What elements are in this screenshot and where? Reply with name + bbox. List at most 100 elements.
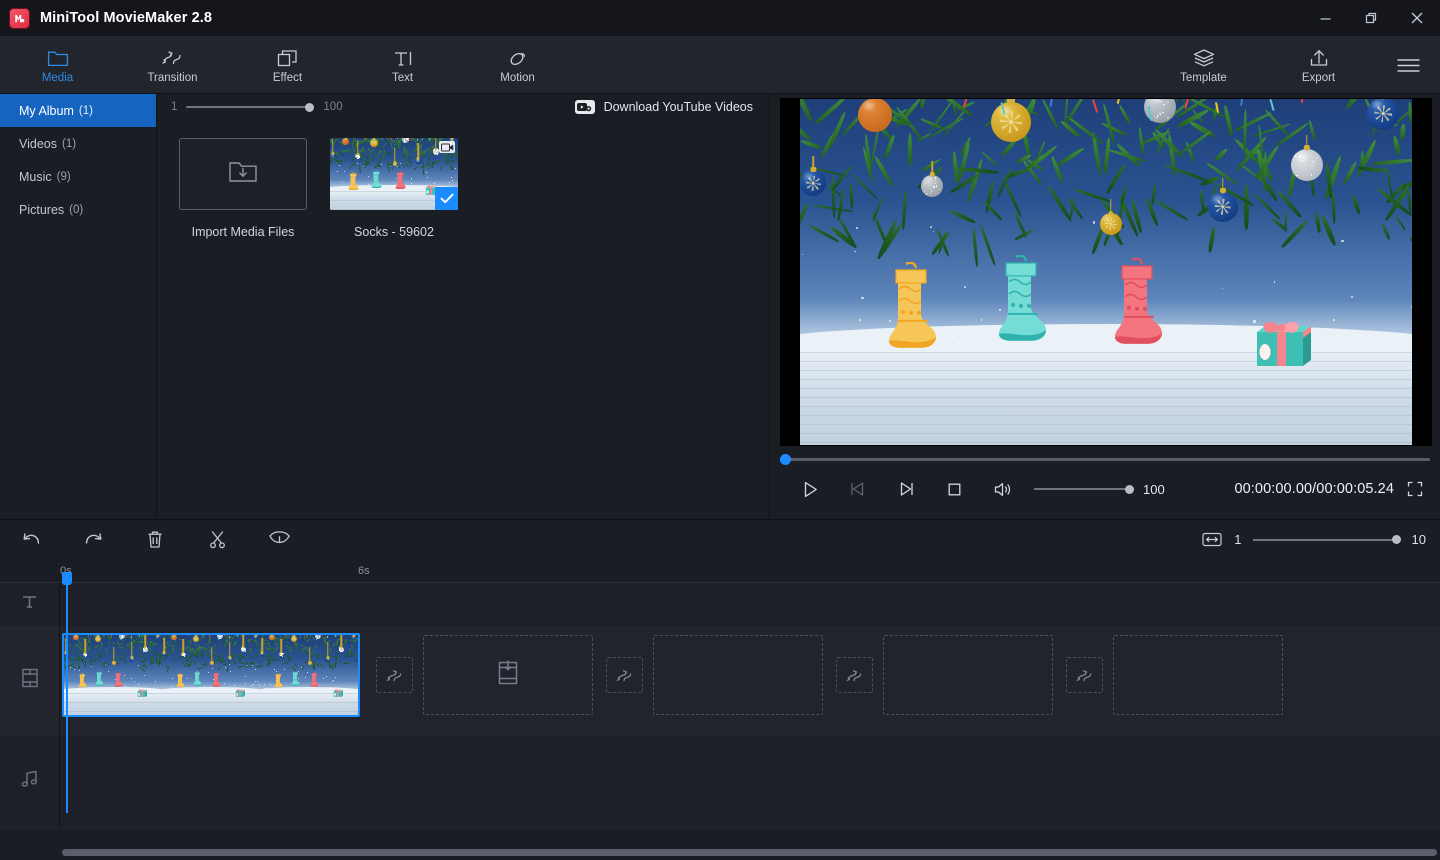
title-bar: MiniTool MovieMaker 2.8 xyxy=(0,0,1440,36)
stop-button[interactable] xyxy=(930,474,978,504)
playhead-handle[interactable] xyxy=(62,572,72,585)
transition-icon xyxy=(161,46,184,68)
template-label: Template xyxy=(1180,72,1227,84)
youtube-icon xyxy=(575,100,595,114)
tab-effect[interactable]: Effect xyxy=(230,36,345,94)
christmas-stocking xyxy=(176,673,186,688)
sidebar-item-videos-label: Videos xyxy=(19,137,57,151)
media-item-socks[interactable]: Socks - 59602 xyxy=(330,138,458,239)
music-track-header[interactable] xyxy=(0,735,60,829)
ornament-bauble xyxy=(143,647,148,652)
import-media-box[interactable] xyxy=(179,138,307,210)
ornament-bauble xyxy=(83,653,87,657)
media-thumbnail[interactable] xyxy=(330,138,458,210)
tab-text[interactable]: Text xyxy=(345,36,460,94)
play-button[interactable] xyxy=(786,474,834,504)
transition-slot[interactable] xyxy=(376,657,413,693)
christmas-stocking xyxy=(395,171,407,189)
tab-transition[interactable]: Transition xyxy=(115,36,230,94)
ribbon xyxy=(130,636,131,638)
media-placeholder-slot[interactable] xyxy=(883,635,1053,715)
delete-button[interactable] xyxy=(124,520,186,560)
transition-slot[interactable] xyxy=(1066,657,1103,693)
tab-media-label: Media xyxy=(42,72,73,84)
text-track-lane[interactable] xyxy=(60,583,1440,627)
timeline-horizontal-scrollbar[interactable] xyxy=(62,849,1437,856)
motion-icon xyxy=(507,46,529,68)
snow-floor xyxy=(260,693,358,715)
tab-effect-label: Effect xyxy=(273,72,302,84)
zoom-knob[interactable] xyxy=(1392,535,1401,544)
transition-slot[interactable] xyxy=(836,657,873,693)
christmas-stocking xyxy=(291,671,301,686)
ruler-tick-6s: 6s xyxy=(358,565,370,577)
volume-slider[interactable] xyxy=(1034,483,1134,495)
tab-motion[interactable]: Motion xyxy=(460,36,575,94)
import-media-cell[interactable]: Import Media Files xyxy=(179,138,307,239)
speed-button[interactable] xyxy=(248,520,310,560)
close-button[interactable] xyxy=(1394,0,1440,36)
download-youtube-videos-button[interactable]: Download YouTube Videos xyxy=(575,100,753,114)
sidebar-item-videos[interactable]: Videos (1) xyxy=(0,127,156,160)
snow-floor xyxy=(800,352,1412,445)
video-track-lane[interactable] xyxy=(60,627,1440,735)
hamburger-menu-icon[interactable] xyxy=(1376,36,1440,94)
zoom-min-value: 1 xyxy=(1234,532,1241,547)
ornament-bauble xyxy=(227,656,232,661)
thumbnail-size-slider[interactable] xyxy=(186,101,314,113)
volume-knob[interactable] xyxy=(1125,485,1134,494)
volume-button[interactable] xyxy=(978,474,1026,504)
download-youtube-videos-label: Download YouTube Videos xyxy=(604,100,753,114)
ornament-bauble xyxy=(241,647,246,652)
video-frame xyxy=(800,99,1412,445)
split-button[interactable] xyxy=(186,520,248,560)
library-toolbar: 1 100 Download YouTube Vi xyxy=(157,94,769,120)
volume-value: 100 xyxy=(1143,482,1165,497)
thumb-slider-knob[interactable] xyxy=(305,103,314,112)
media-selected-check-icon xyxy=(435,187,458,210)
media-placeholder-slot[interactable] xyxy=(423,635,593,715)
timeline-zoom-slider[interactable] xyxy=(1253,534,1401,546)
seek-slider[interactable] xyxy=(780,454,1430,464)
tab-media[interactable]: Media xyxy=(0,36,115,94)
transition-slot[interactable] xyxy=(606,657,643,693)
sidebar-item-music[interactable]: Music (9) xyxy=(0,160,156,193)
fullscreen-icon[interactable] xyxy=(1400,474,1430,504)
music-track-lane[interactable] xyxy=(60,735,1440,829)
playback-controls: 100 00:00:00.00/00:00:05.24 xyxy=(770,464,1440,504)
redo-button[interactable] xyxy=(62,520,124,560)
ornament-bauble xyxy=(112,661,116,665)
ornament-bauble xyxy=(171,635,177,640)
minimize-button[interactable] xyxy=(1302,0,1348,36)
text-track-icon xyxy=(20,593,39,616)
media-placeholder-slot[interactable] xyxy=(653,635,823,715)
timeline-video-clip[interactable] xyxy=(62,633,360,717)
sidebar-item-pictures[interactable]: Pictures (0) xyxy=(0,193,156,226)
christmas-stocking xyxy=(371,170,383,188)
timeline-playhead[interactable] xyxy=(66,583,68,813)
track-lanes xyxy=(60,583,1440,860)
volume-track xyxy=(1034,488,1134,490)
previous-frame-button[interactable] xyxy=(834,474,882,504)
sidebar-item-my-album[interactable]: My Album (1) xyxy=(0,94,156,127)
undo-button[interactable] xyxy=(0,520,62,560)
text-track-header[interactable] xyxy=(0,583,60,627)
template-button[interactable]: Template xyxy=(1146,36,1261,94)
ornament-bauble xyxy=(155,635,160,640)
folder-icon xyxy=(47,46,69,68)
preview-scene-artwork xyxy=(800,99,1412,445)
media-placeholder-slot[interactable] xyxy=(1113,635,1283,715)
thumb-slider-track xyxy=(186,106,314,108)
restore-button[interactable] xyxy=(1348,0,1394,36)
seek-knob[interactable] xyxy=(780,454,791,465)
video-track-header[interactable] xyxy=(0,627,60,735)
next-frame-button[interactable] xyxy=(882,474,930,504)
sidebar-item-my-album-count: (1) xyxy=(79,105,93,117)
timeline-ruler[interactable]: 0s 6s xyxy=(0,559,1440,583)
library-sidebar: My Album (1) Videos (1) Music (9) Pictur… xyxy=(0,94,157,519)
export-button[interactable]: Export xyxy=(1261,36,1376,94)
ornament-bauble xyxy=(1208,192,1238,222)
app-title: MiniTool MovieMaker 2.8 xyxy=(40,10,212,26)
zoom-fit-icon[interactable] xyxy=(1201,531,1223,549)
ornament-bauble xyxy=(800,170,826,196)
